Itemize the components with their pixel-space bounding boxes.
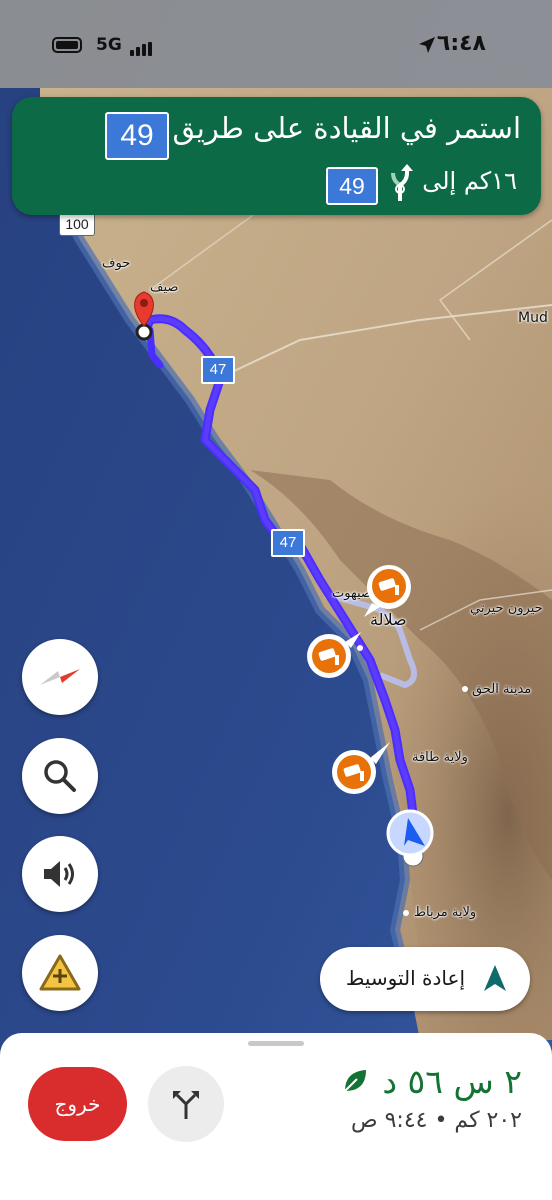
eta-details: ٢٠٢ كم • ٩:٤٤ ص — [351, 1108, 522, 1133]
add-report-icon — [39, 954, 81, 991]
next-route-shield: 49 — [326, 167, 378, 205]
map-label-mud: Mud — [518, 310, 548, 326]
map-label-hairun: حيرون حيرتي — [470, 601, 543, 616]
fork-arrow-icon — [391, 164, 413, 201]
route-shield: 49 — [105, 112, 169, 160]
compass-icon — [40, 669, 80, 685]
battery-icon — [52, 37, 82, 53]
map-label-madinat-alhaq: مدينة الحق — [472, 682, 532, 697]
speed-camera-icon[interactable] — [330, 740, 392, 796]
alternate-routes-button[interactable] — [148, 1066, 224, 1142]
eta-duration: ٢ س ٥٦ د — [382, 1062, 522, 1101]
map-label-mirbat: ولاية مرباط — [414, 905, 477, 920]
search-icon — [44, 760, 76, 792]
sound-button[interactable] — [22, 836, 98, 912]
instruction-text: استمر في القيادة على طريق — [172, 111, 521, 145]
recenter-label: إعادة التوسيط — [345, 966, 465, 990]
map-label-huf: حوف — [102, 256, 131, 271]
sheet-drag-handle[interactable] — [248, 1041, 304, 1046]
navigation-arrow-icon — [484, 965, 506, 991]
speaker-icon — [44, 861, 74, 887]
compass-button[interactable] — [22, 639, 98, 715]
location-arrow-icon — [419, 37, 435, 53]
exit-button[interactable]: خروج — [28, 1067, 127, 1141]
recenter-button[interactable]: إعادة التوسيط — [320, 947, 530, 1011]
signal-icon — [130, 37, 154, 56]
status-time: ٦:٤٨ — [436, 31, 486, 56]
status-bar: 5G ٦:٤٨ — [0, 0, 552, 88]
alternate-routes-icon — [173, 1091, 199, 1119]
search-button[interactable] — [22, 738, 98, 814]
speed-camera-icon[interactable] — [305, 628, 363, 684]
road-shield-47-south: 47 — [271, 529, 305, 557]
eco-leaf-icon — [344, 1070, 366, 1092]
direction-banner[interactable]: استمر في القيادة على طريق 49 ١٦كم إلى 49 — [12, 97, 541, 215]
report-button[interactable] — [22, 935, 98, 1011]
speed-camera-icon[interactable] — [362, 563, 416, 619]
map-label-taqah: ولاية طاقة — [412, 750, 468, 765]
road-shield-47-north: 47 — [201, 356, 235, 384]
distance-text: ١٦كم إلى — [422, 167, 517, 195]
network-label: 5G — [96, 35, 122, 55]
road-shield-100: 100 — [59, 212, 95, 236]
map-label-sayhut-partial: صيف — [150, 280, 179, 295]
